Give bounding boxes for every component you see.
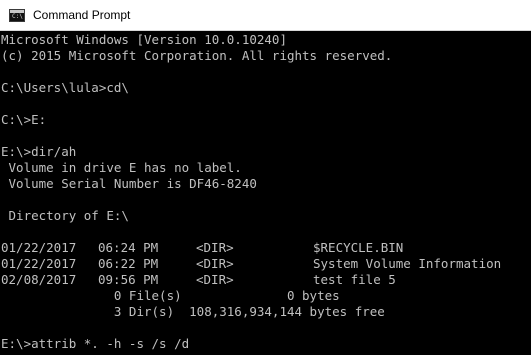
console-line: E:\>dir/ah bbox=[1, 144, 77, 159]
console-line: C:\>E: bbox=[1, 112, 47, 127]
console-line: (c) 2015 Microsoft Corporation. All righ… bbox=[1, 48, 393, 63]
entry-date: 01/22/2017 bbox=[1, 240, 77, 255]
directory-entry-row: 01/22/2017 06:24 PM <DIR> $RECYCLE.BIN bbox=[1, 240, 403, 256]
console-window-icon: C:\ bbox=[9, 9, 25, 22]
entry-type: <DIR> bbox=[196, 240, 234, 255]
window-title: Command Prompt bbox=[33, 8, 131, 22]
entry-time: 06:24 PM bbox=[98, 240, 159, 255]
directory-entry-row: 01/22/2017 06:22 PM <DIR> System Volume … bbox=[1, 256, 501, 272]
entry-name: $RECYCLE.BIN bbox=[313, 240, 404, 255]
entry-time: 06:22 PM bbox=[98, 256, 159, 271]
console-output[interactable]: Microsoft Windows [Version 10.0.10240] (… bbox=[0, 31, 531, 355]
entry-type: <DIR> bbox=[196, 256, 234, 271]
entry-name: System Volume Information bbox=[313, 256, 502, 271]
console-line: Volume Serial Number is DF46-8240 bbox=[1, 176, 257, 191]
entry-name: test file 5 bbox=[313, 272, 396, 287]
command-input-line[interactable]: E:\>attrib *. -h -s /s /d bbox=[1, 336, 189, 352]
console-icon-glyph: C:\ bbox=[12, 13, 23, 20]
entry-date: 01/22/2017 bbox=[1, 256, 77, 271]
command-prompt-window: C:\ Command Prompt Microsoft Windows [Ve… bbox=[0, 0, 531, 355]
entry-type: <DIR> bbox=[196, 272, 234, 287]
directory-entry-row: 02/08/2017 09:56 PM <DIR> test file 5 bbox=[1, 272, 396, 288]
entry-date: 02/08/2017 bbox=[1, 272, 77, 287]
console-line: Microsoft Windows [Version 10.0.10240] bbox=[1, 32, 287, 47]
console-line: Volume in drive E has no label. bbox=[1, 160, 242, 175]
title-bar[interactable]: C:\ Command Prompt bbox=[0, 0, 531, 31]
console-line: Directory of E:\ bbox=[1, 208, 129, 223]
console-line: C:\Users\lula>cd\ bbox=[1, 80, 129, 95]
dir-count-summary: 3 Dir(s) 108,316,934,144 bytes free bbox=[1, 304, 385, 319]
file-count-summary: 0 File(s) 0 bytes bbox=[1, 288, 340, 303]
entry-time: 09:56 PM bbox=[98, 272, 159, 287]
